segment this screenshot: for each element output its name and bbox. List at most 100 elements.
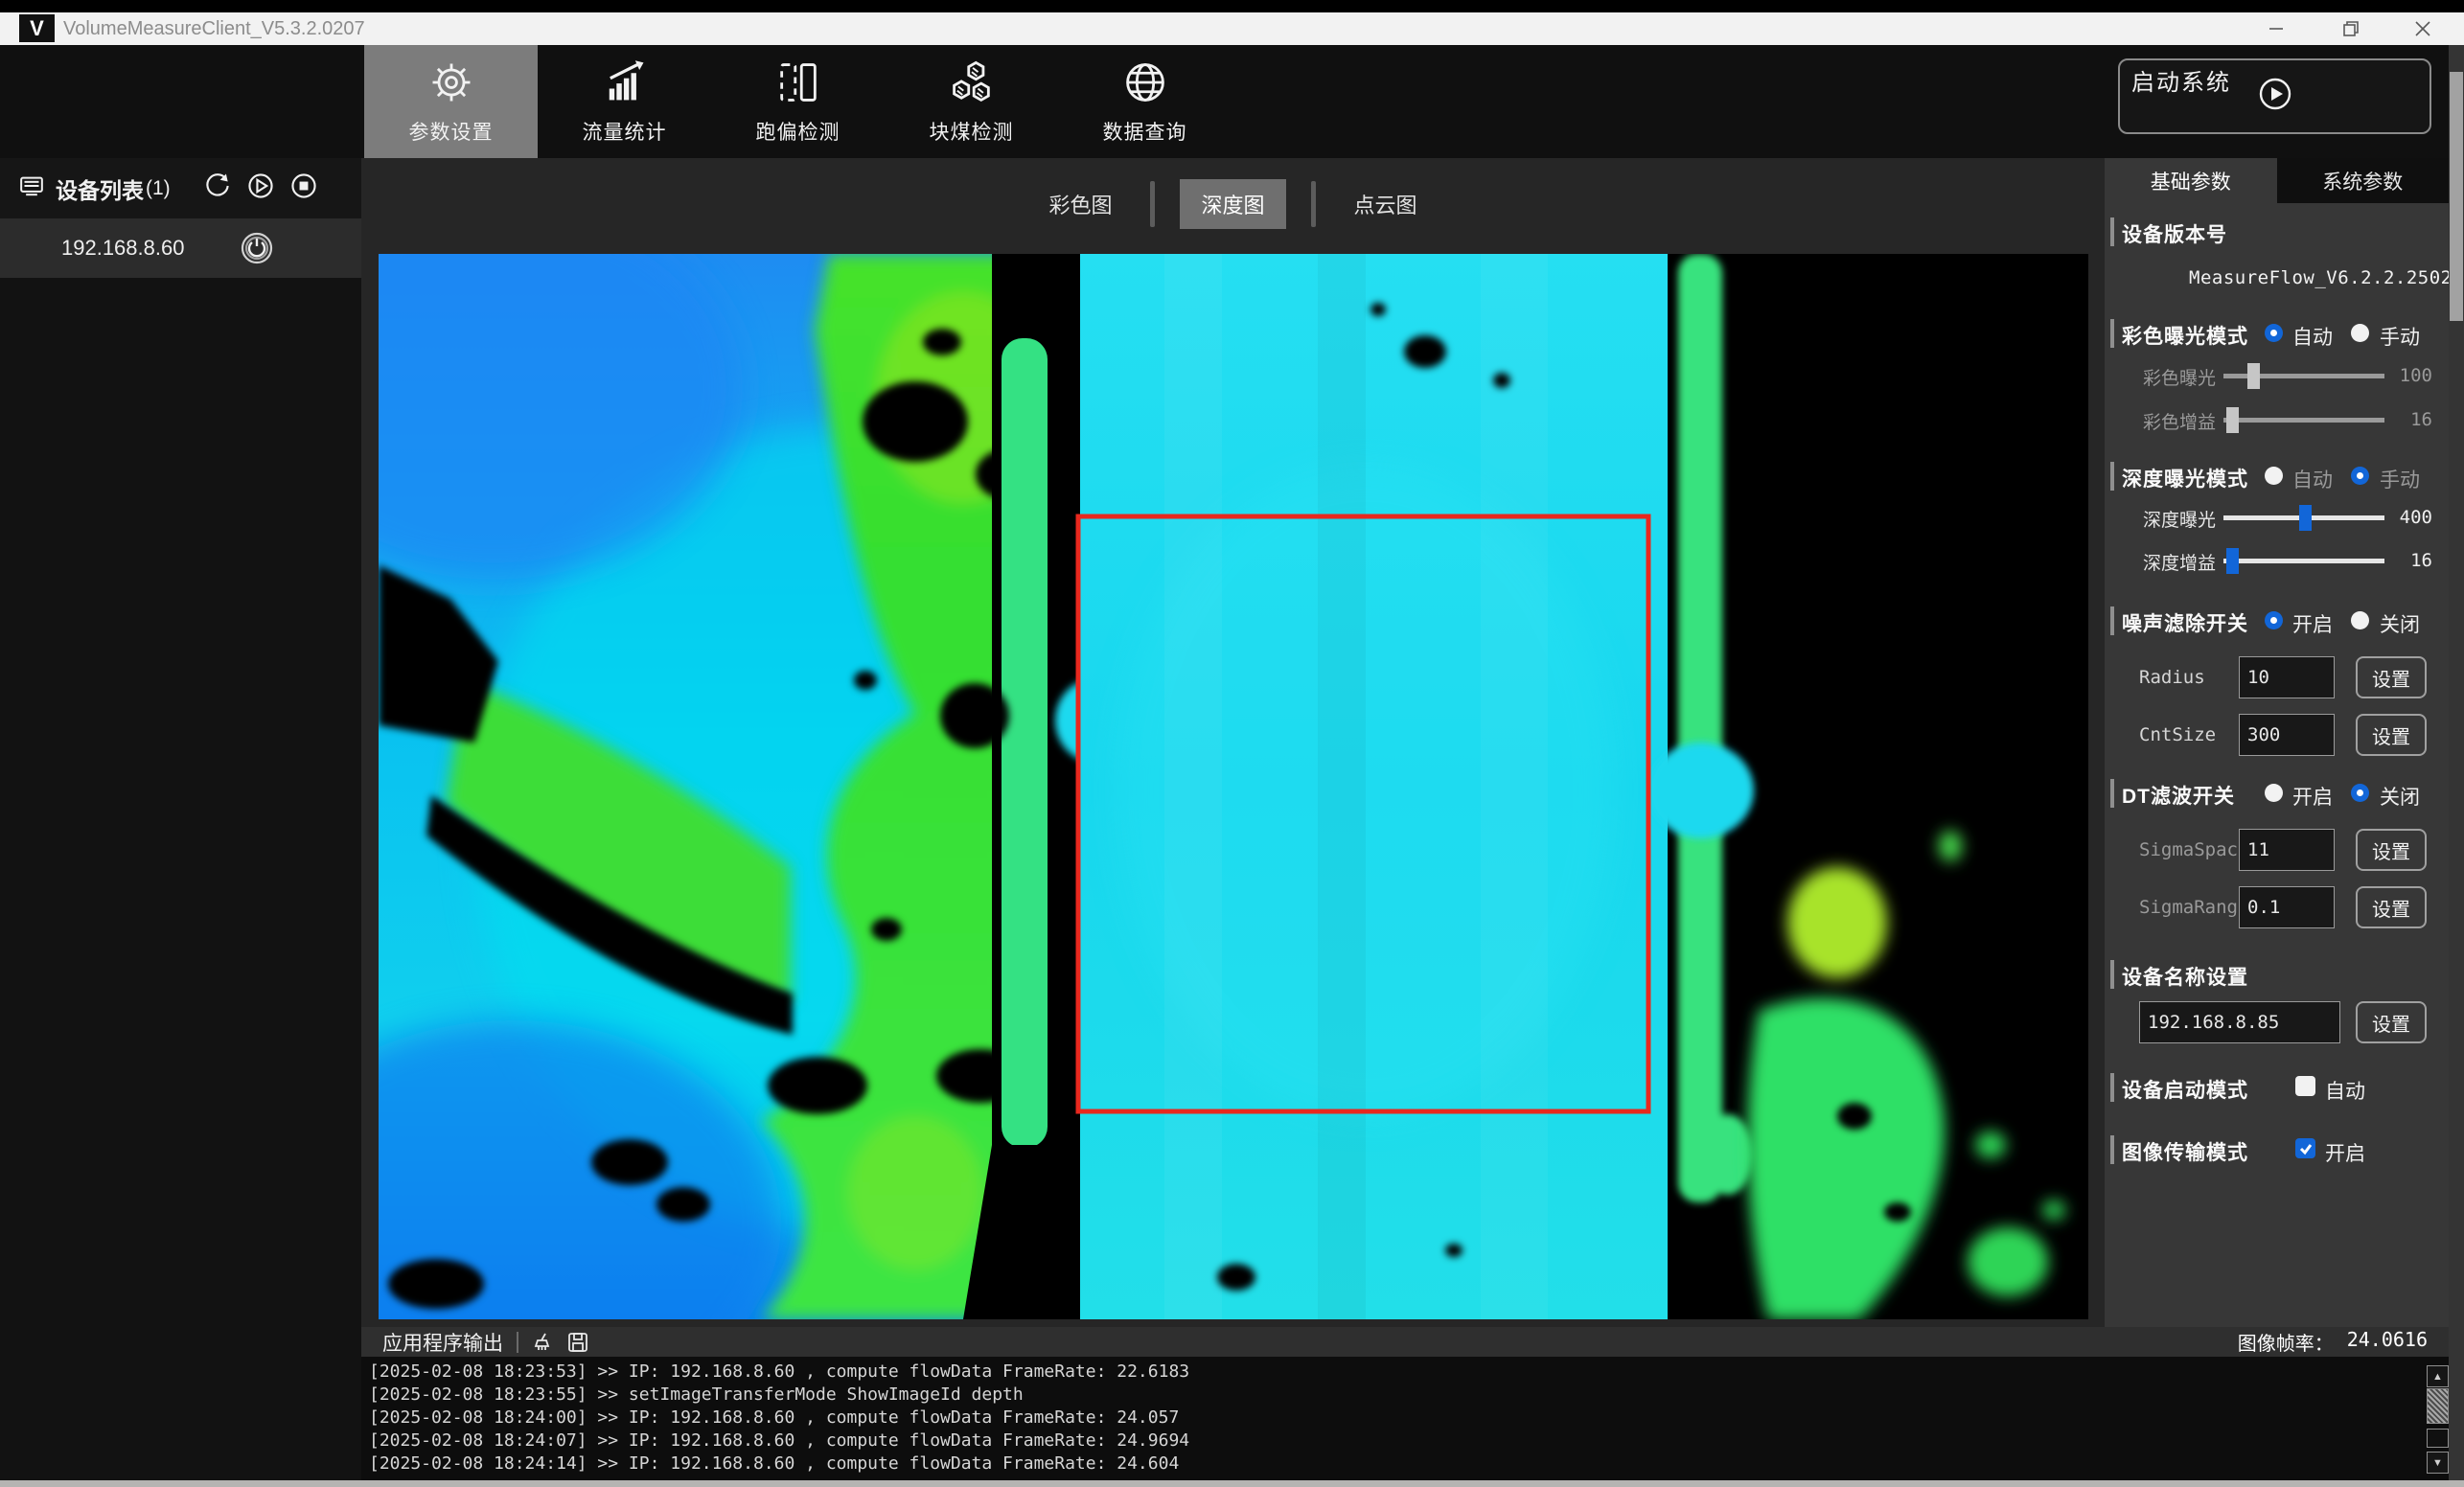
log-scrollbar-thumb[interactable]: [2427, 1388, 2449, 1424]
device-list-title: 设备列表: [56, 172, 144, 205]
device-power-button[interactable]: [240, 231, 274, 265]
radius-set-button[interactable]: 设置: [2356, 656, 2427, 698]
refresh-button[interactable]: [202, 171, 233, 206]
cntsize-row: CntSize 设置: [2105, 714, 2449, 758]
cntsize-set-button[interactable]: 设置: [2356, 714, 2427, 756]
parameter-tabs: 基础参数 系统参数: [2105, 158, 2449, 203]
frame-rate-label: 图像帧率：: [2238, 1328, 2334, 1356]
frame-rate: 图像帧率： 24.0616: [2238, 1328, 2449, 1356]
noise-on-radio[interactable]: [2265, 611, 2283, 629]
nav-label: 数据查询: [1103, 117, 1187, 146]
stop-all-button[interactable]: [288, 171, 319, 206]
device-version-value: MeasureFlow_V6.2.2.250207: [2189, 267, 2438, 288]
color-gain-row: 彩色增益 16: [2105, 405, 2449, 436]
minimize-button[interactable]: [2254, 12, 2298, 45]
color-gain-handle[interactable]: [2226, 407, 2239, 433]
window-scrollbar-thumb[interactable]: [2450, 72, 2463, 321]
log-line: [2025-02-08 18:23:53] >> IP: 192.168.8.6…: [369, 1361, 2449, 1384]
color-exposure-value: 100: [2388, 365, 2432, 386]
tab-color-image[interactable]: 彩色图: [1035, 179, 1125, 229]
dt-on-radio[interactable]: [2265, 784, 2283, 802]
depth-mode-auto-radio[interactable]: [2265, 467, 2283, 485]
color-mode-manual-radio[interactable]: [2351, 324, 2369, 342]
depth-exposure-row: 深度曝光 400: [2105, 503, 2449, 534]
color-exposure-row: 彩色曝光 100: [2105, 361, 2449, 392]
radius-row: Radius 设置: [2105, 656, 2449, 700]
transfer-mode-label: 图像传输模式: [2122, 1137, 2248, 1166]
section-device-name: 设备名称设置: [2105, 960, 2449, 991]
app-icon: V: [19, 14, 55, 42]
section-accent-bar: [2110, 1073, 2114, 1102]
section-accent-bar: [2110, 1135, 2114, 1164]
nav-item-coal-detect[interactable]: 块煤检测: [885, 45, 1058, 158]
device-name-title: 设备名称设置: [2122, 962, 2248, 991]
device-count: (1): [146, 177, 171, 200]
deviation-detect-icon: [773, 57, 823, 112]
device-row[interactable]: 192.168.8.60: [0, 218, 361, 278]
color-gain-slider[interactable]: [2223, 418, 2384, 423]
save-log-button[interactable]: [566, 1331, 589, 1354]
nav-item-data-query[interactable]: 数据查询: [1058, 45, 1232, 158]
start-mode-checkbox[interactable]: [2295, 1076, 2315, 1096]
sigmaspace-set-button[interactable]: 设置: [2356, 829, 2427, 871]
nav-label: 流量统计: [583, 117, 667, 146]
log-line: [2025-02-08 18:24:00] >> IP: 192.168.8.6…: [369, 1407, 2449, 1430]
section-accent-bar: [2110, 462, 2114, 491]
sigmaspace-label: SigmaSpace: [2139, 839, 2248, 860]
depth-image-view: [379, 254, 2088, 1319]
dt-on-label: 开启: [2292, 782, 2333, 811]
gear-icon: [426, 57, 476, 112]
play-circle-icon: [2258, 77, 2292, 116]
depth-gain-handle[interactable]: [2226, 548, 2239, 574]
start-system-button[interactable]: 启动系统: [2118, 58, 2431, 134]
tab-depth-image[interactable]: 深度图: [1180, 179, 1285, 229]
cntsize-input[interactable]: [2239, 714, 2335, 756]
dt-off-radio[interactable]: [2351, 784, 2369, 802]
broom-icon: [532, 1331, 555, 1354]
tab-pointcloud-image[interactable]: 点云图: [1341, 179, 1431, 229]
nav-item-flow-statistics[interactable]: 流量统计: [538, 45, 711, 158]
nav-item-parameter-settings[interactable]: 参数设置: [364, 45, 538, 158]
color-exposure-label: 彩色曝光: [2105, 364, 2216, 390]
device-list-icon: [17, 172, 46, 205]
color-exposure-mode-row: 彩色曝光模式 自动 手动: [2105, 319, 2449, 348]
nav-item-deviation-detect[interactable]: 跑偏检测: [711, 45, 885, 158]
depth-gain-slider[interactable]: [2223, 559, 2384, 563]
play-all-button[interactable]: [245, 171, 276, 206]
device-ip: 192.168.8.60: [61, 236, 184, 261]
depth-mode-manual-radio[interactable]: [2351, 467, 2369, 485]
viewer-tabs: 彩色图 深度图 点云图: [361, 175, 2105, 233]
device-name-input[interactable]: [2139, 1001, 2340, 1043]
device-name-set-button[interactable]: 设置: [2356, 1001, 2427, 1043]
color-mode-auto-label: 自动: [2292, 322, 2333, 351]
device-list-actions: [202, 171, 361, 206]
flow-stats-icon: [600, 57, 650, 112]
log-scroll-down-button[interactable]: ▼: [2427, 1452, 2449, 1474]
window-scrollbar[interactable]: [2449, 45, 2464, 1480]
sigmarange-set-button[interactable]: 设置: [2356, 886, 2427, 928]
close-button[interactable]: [2401, 12, 2445, 45]
log-scroll-up-button[interactable]: ▲: [2427, 1365, 2449, 1387]
color-exposure-handle[interactable]: [2247, 363, 2260, 389]
log-output[interactable]: [2025-02-08 18:23:53] >> IP: 192.168.8.6…: [361, 1357, 2449, 1480]
log-header: 应用程序输出 图像帧率： 24.0616: [361, 1327, 2449, 1357]
minimize-icon: [2268, 21, 2284, 36]
tab-basic-params[interactable]: 基础参数: [2105, 158, 2277, 203]
radius-input[interactable]: [2239, 656, 2335, 698]
transfer-mode-checkbox[interactable]: [2295, 1138, 2315, 1158]
sigmarange-input[interactable]: [2239, 886, 2335, 928]
tab-separator: [1150, 181, 1155, 227]
depth-exposure-slider[interactable]: [2223, 515, 2384, 520]
log-tab-label[interactable]: 应用程序输出: [382, 1328, 503, 1357]
color-exposure-slider[interactable]: [2223, 374, 2384, 378]
clear-log-button[interactable]: [532, 1331, 555, 1354]
main-toolbar: 参数设置 流量统计 跑偏检测: [0, 45, 2464, 158]
sigmaspace-input[interactable]: [2239, 829, 2335, 871]
depth-gain-row: 深度增益 16: [2105, 546, 2449, 577]
color-mode-auto-radio[interactable]: [2265, 324, 2283, 342]
depth-exposure-handle[interactable]: [2299, 505, 2312, 531]
restore-button[interactable]: [2329, 12, 2373, 45]
noise-off-radio[interactable]: [2351, 611, 2369, 629]
tab-system-params[interactable]: 系统参数: [2277, 158, 2450, 203]
check-icon: [2299, 1142, 2313, 1155]
